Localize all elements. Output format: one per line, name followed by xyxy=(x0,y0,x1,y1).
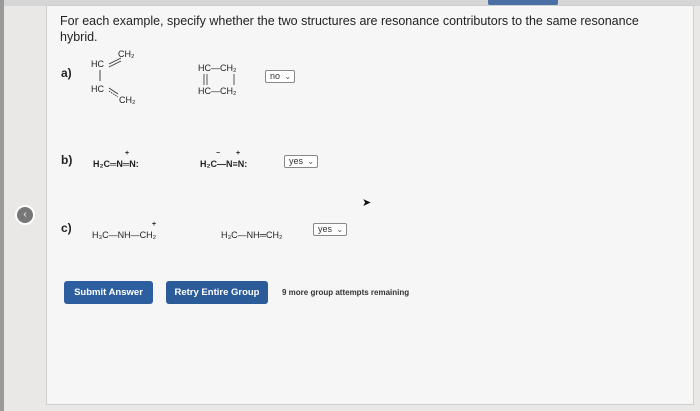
item-a-left-hc-top: HC xyxy=(91,59,104,69)
submit-answer-button[interactable]: Submit Answer xyxy=(64,281,153,304)
chevron-icon[interactable]: ‹ xyxy=(15,205,35,225)
item-b-answer-value: yes xyxy=(289,156,304,166)
item-a-answer-select[interactable]: no ⌄ xyxy=(265,70,296,83)
chevron-down-icon: ⌄ xyxy=(336,225,344,234)
item-b-right-charge-minus: − xyxy=(216,150,221,157)
item-c-left-charge: + xyxy=(152,221,157,228)
item-a-right-bot: HC—CH₂ xyxy=(198,86,237,96)
item-b-left-structure: H₂C═N═N: xyxy=(93,159,139,169)
attempts-remaining-text: 9 more group attempts remaining xyxy=(282,288,410,297)
item-a-left-hc-bot: HC xyxy=(91,84,104,94)
retry-group-button[interactable]: Retry Entire Group xyxy=(166,281,268,304)
question-instructions: For each example, specify whether the tw… xyxy=(60,14,639,44)
item-c-left-structure: H₃C—NH—CH₂ xyxy=(92,230,157,240)
chevron-down-icon: ⌄ xyxy=(307,157,315,166)
chevron-down-icon: ⌄ xyxy=(284,72,292,81)
mouse-pointer-icon: ➤ xyxy=(362,197,372,209)
item-c-right-structure: H₃C—NH═CH₂ xyxy=(221,230,283,240)
item-c-label: c) xyxy=(61,221,72,235)
item-a-answer-value: no xyxy=(270,71,281,81)
item-b-label: b) xyxy=(61,153,73,167)
item-c-answer-select[interactable]: yes ⌄ xyxy=(313,223,348,236)
item-a-left-ch2-bot: CH₂ xyxy=(119,95,136,105)
item-b-answer-select[interactable]: yes ⌄ xyxy=(284,155,319,168)
item-b-right-charge-plus: + xyxy=(236,150,241,157)
item-b-left-charge: + xyxy=(125,150,130,157)
item-a-label: a) xyxy=(61,66,72,80)
left-edge xyxy=(0,0,4,411)
item-c-answer-value: yes xyxy=(318,224,333,234)
item-a-left-ch2-top: CH₂ xyxy=(118,49,135,59)
item-b-right-structure: H₂C—N≡N: xyxy=(200,159,248,169)
